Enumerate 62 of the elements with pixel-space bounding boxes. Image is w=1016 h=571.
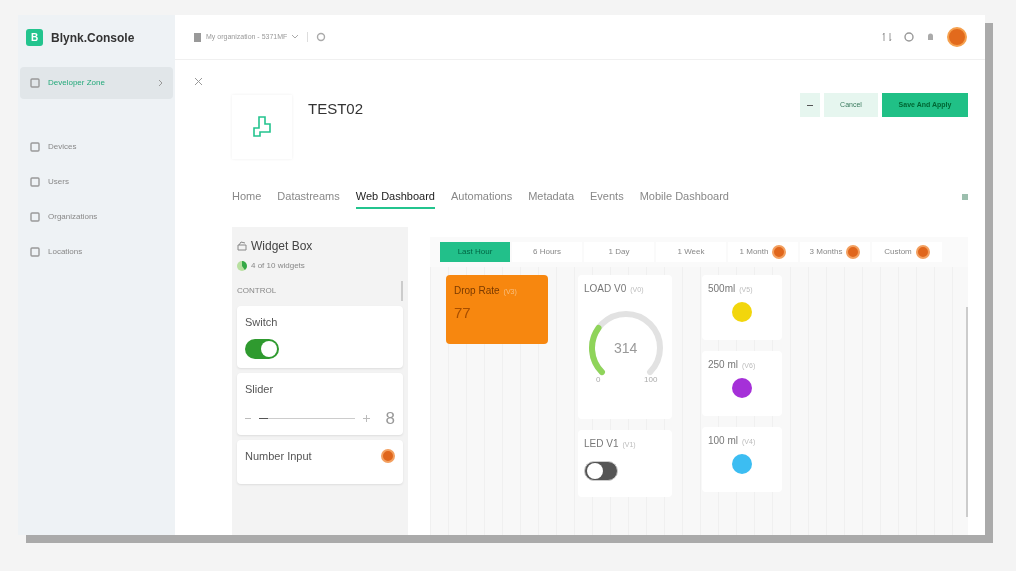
tab[interactable]: Events: [590, 185, 624, 209]
widget-card[interactable]: Number Input: [237, 440, 403, 484]
widget-name: Switch: [245, 315, 278, 330]
widget-title: 100 ml: [708, 434, 738, 448]
time-range-option[interactable]: 1 Month: [728, 242, 798, 262]
tab[interactable]: Home: [232, 185, 262, 209]
widget-title: LED V1: [584, 437, 619, 451]
chevron-down-icon: [291, 34, 300, 40]
tab[interactable]: Datastreams: [277, 185, 340, 209]
menu-item-icon: [30, 78, 40, 88]
sidebar-item[interactable]: Organizations: [20, 199, 173, 234]
widget-title: 500ml: [708, 282, 736, 296]
widget-title: Drop Rate: [454, 284, 500, 298]
tab[interactable]: Mobile Dashboard: [639, 185, 729, 209]
minus-icon[interactable]: [245, 417, 251, 419]
gauge-max: 100: [644, 374, 658, 386]
template-title: TEST02: [308, 99, 364, 119]
panel-toggle-icon[interactable]: [962, 194, 968, 200]
switch-toggle[interactable]: [245, 338, 279, 359]
avatar[interactable]: [947, 27, 967, 47]
time-range-option[interactable]: 3 Months: [800, 242, 870, 262]
usage-pie-icon: [237, 261, 247, 271]
time-range-option[interactable]: Last Hour: [440, 242, 510, 262]
plus-icon[interactable]: [362, 414, 370, 422]
widget-value: 77: [454, 303, 472, 323]
tab[interactable]: Metadata: [528, 185, 575, 209]
widget-title: 250 ml: [708, 358, 738, 372]
widget-title: LOAD V0: [584, 282, 627, 296]
slider-value: 8: [385, 407, 395, 430]
widget-usage: 4 of 10 widgets: [251, 260, 305, 272]
scrollbar: [401, 281, 403, 301]
swap-icon[interactable]: [882, 32, 892, 42]
tab[interactable]: Web Dashboard: [355, 185, 435, 209]
time-range-option[interactable]: 6 Hours: [512, 242, 582, 262]
widget-card[interactable]: Slider 8: [237, 373, 403, 435]
chevron-icon: [158, 79, 163, 87]
menu-item-icon: [30, 176, 40, 187]
tab[interactable]: Automations: [451, 185, 513, 209]
widget-name: Slider: [245, 382, 274, 397]
box-icon: [237, 241, 247, 251]
sidebar-item[interactable]: Users: [20, 164, 173, 199]
time-range-option[interactable]: Custom: [872, 242, 942, 262]
gauge-min: 0: [596, 374, 601, 386]
template-icon: [251, 115, 273, 139]
app-name: Blynk.Console: [51, 29, 135, 47]
sidebar-item[interactable]: Developer Zone: [20, 67, 173, 99]
menu-item-icon: [30, 246, 40, 257]
menu-item-icon: [30, 211, 40, 222]
widget-card[interactable]: Switch: [237, 306, 403, 368]
sidebar-item[interactable]: Devices: [20, 129, 173, 164]
menu-item-icon: [30, 141, 40, 152]
sidebar-item[interactable]: Locations: [20, 234, 173, 269]
close-icon[interactable]: [195, 78, 202, 85]
time-range-option[interactable]: 1 Day: [584, 242, 654, 262]
gauge-value: 314: [614, 339, 638, 358]
widget-box-title: Widget Box: [251, 238, 313, 255]
led-switch[interactable]: [584, 461, 618, 481]
section-label: CONTROL: [237, 285, 277, 297]
dash-icon: [807, 104, 813, 106]
time-range-option[interactable]: 1 Week: [656, 242, 726, 262]
logo-icon: B: [26, 29, 43, 46]
widget-name: Number Input: [245, 449, 312, 464]
